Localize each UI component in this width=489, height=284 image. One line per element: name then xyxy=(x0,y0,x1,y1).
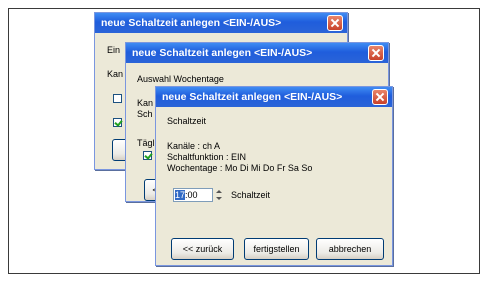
front-schaltfunktion: Schaltfunktion : EIN xyxy=(167,152,247,162)
front-heading: Schaltzeit xyxy=(167,116,207,126)
time-label: Schaltzeit xyxy=(231,190,271,200)
time-input[interactable]: 17:00 xyxy=(173,188,213,202)
dialog-front-titlebar[interactable]: neue Schaltzeit anlegen <EIN-/AUS> xyxy=(156,87,392,107)
back-checkbox-1[interactable] xyxy=(113,94,122,103)
middle-checkbox-taeglich[interactable] xyxy=(143,151,152,160)
dialog-front: neue Schaltzeit anlegen <EIN-/AUS> Schal… xyxy=(155,86,393,266)
dialog-front-title: neue Schaltzeit anlegen <EIN-/AUS> xyxy=(162,91,343,103)
close-icon[interactable] xyxy=(368,45,384,61)
close-icon[interactable] xyxy=(327,15,343,31)
dialog-back-title: neue Schaltzeit anlegen <EIN-/AUS> xyxy=(101,17,282,29)
time-spinner[interactable] xyxy=(213,188,225,202)
close-icon[interactable] xyxy=(372,89,388,105)
dialog-middle-titlebar[interactable]: neue Schaltzeit anlegen <EIN-/AUS> xyxy=(126,43,388,63)
dialog-back-titlebar[interactable]: neue Schaltzeit anlegen <EIN-/AUS> xyxy=(95,13,347,33)
back-button[interactable]: << zurück xyxy=(171,238,234,260)
time-hour: 17 xyxy=(175,190,186,200)
middle-label-kan: Kan xyxy=(137,98,154,108)
time-minutes: :00 xyxy=(185,190,198,200)
finish-button[interactable]: fertigstellen xyxy=(244,238,309,260)
back-label-kan: Kan xyxy=(107,69,124,79)
middle-heading: Auswahl Wochentage xyxy=(137,74,224,84)
front-wochentage: Wochentage : Mo Di Mi Do Fr Sa So xyxy=(167,163,313,173)
spin-down-icon[interactable] xyxy=(213,195,225,202)
middle-label-sch: Sch xyxy=(137,109,153,119)
front-kanaele: Kanäle : ch A xyxy=(167,141,221,151)
cancel-button[interactable]: abbrechen xyxy=(316,238,384,260)
dialog-middle-title: neue Schaltzeit anlegen <EIN-/AUS> xyxy=(132,47,313,59)
spin-up-icon[interactable] xyxy=(213,188,225,195)
back-label-ein: Ein xyxy=(107,45,121,55)
back-checkbox-2[interactable] xyxy=(113,118,122,127)
